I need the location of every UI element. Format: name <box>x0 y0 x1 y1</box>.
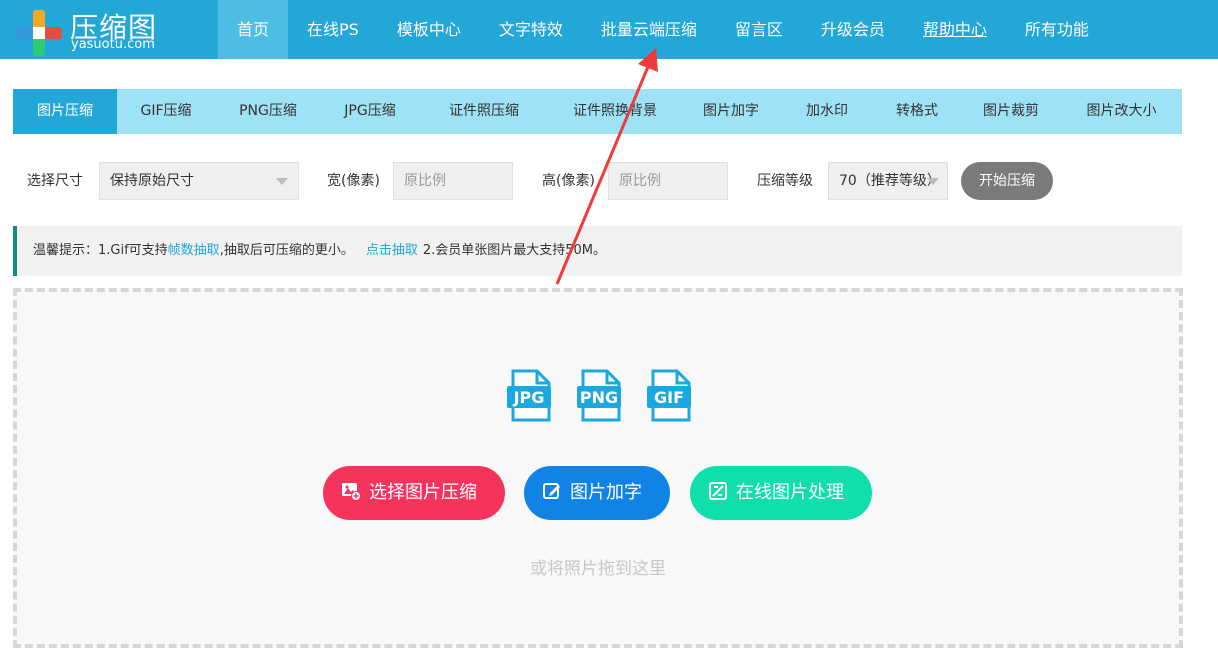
image-add-icon <box>342 483 361 501</box>
add-text-button[interactable]: 图片加字 <box>524 466 670 520</box>
tab-0[interactable]: 图片压缩 <box>13 89 117 134</box>
notice-middle: ,抽取后可压缩的更小。 <box>219 243 354 258</box>
edit-icon <box>543 483 560 499</box>
size-select[interactable]: 保持原始尺寸 <box>99 162 299 200</box>
tab-6[interactable]: 图片加字 <box>681 89 781 134</box>
size-select-value: 保持原始尺寸 <box>110 173 194 189</box>
notice-prefix: 温馨提示：1.Gif可支持 <box>33 243 168 258</box>
tab-4[interactable]: 证件照压缩 <box>419 89 549 134</box>
nav-item-6[interactable]: 升级会员 <box>802 0 904 59</box>
width-label: 宽(像素) <box>327 173 380 189</box>
file-gif-icon: GIF <box>647 369 691 422</box>
nav-item-7[interactable]: 帮助中心 <box>904 0 1006 59</box>
top-navigation: 压缩图 yasuotu.com 首页 在线PS 模板中心 文字特效 批量云端压缩 留言区升… <box>0 0 1218 59</box>
chevron-down-icon <box>276 178 288 185</box>
tips-notice: 温馨提示：1.Gif可支持帧数抽取,抽取后可压缩的更小。 点击抽取 2.会员单张图片… <box>13 226 1182 276</box>
tab-5[interactable]: 证件照换背景 <box>549 89 681 134</box>
level-select-value: 70（推荐等级） <box>839 173 941 189</box>
width-placeholder: 原比例 <box>404 173 446 189</box>
tab-1[interactable]: GIF压缩 <box>117 89 215 134</box>
height-placeholder: 原比例 <box>619 173 661 189</box>
file-jpg-icon: JPG <box>507 369 551 422</box>
logo-cross-icon <box>16 10 62 56</box>
main-menu: 首页 在线PS 模板中心 文字特效 批量云端压缩 留言区 升级会员 帮助中心 所有功能 <box>218 0 1108 59</box>
image-edit-icon <box>709 482 727 500</box>
logo-domain: yasuotu.com <box>71 37 155 52</box>
chevron-down-icon <box>927 178 939 185</box>
tool-tabs: 图片压缩 GIF压缩 PNG压缩 JPG压缩 证件照压缩 证件照换背景 图片加字 加水印 转格式… <box>13 89 1182 134</box>
add-text-label: 图片加字 <box>570 482 642 503</box>
height-label: 高(像素) <box>542 173 595 189</box>
level-select[interactable]: 70（推荐等级） <box>828 162 948 200</box>
tab-9[interactable]: 图片裁剪 <box>961 89 1061 134</box>
online-image-process-button[interactable]: 在线图片处理 <box>690 466 872 520</box>
click-extract-link[interactable]: 点击抽取 <box>366 243 418 258</box>
nav-item-4[interactable]: 批量云端压缩 <box>582 0 716 59</box>
height-input[interactable]: 原比例 <box>608 162 728 200</box>
supported-formats: JPG PNG GIF <box>505 368 693 424</box>
nav-item-5[interactable]: 留言区 <box>716 0 802 59</box>
tab-2[interactable]: PNG压缩 <box>215 89 321 134</box>
file-format-label: PNG <box>580 388 618 407</box>
level-label: 压缩等级 <box>757 173 813 189</box>
online-image-process-label: 在线图片处理 <box>736 482 844 503</box>
upload-dropzone[interactable]: JPG PNG GIF 选择图片压缩 图片加字 在线图片处理 或将照片拖到这里 <box>13 288 1183 648</box>
tab-8[interactable]: 转格式 <box>873 89 961 134</box>
file-format-label: JPG <box>513 388 545 407</box>
drag-hint: 或将照片拖到这里 <box>530 559 666 579</box>
width-input[interactable]: 原比例 <box>393 162 513 200</box>
size-label: 选择尺寸 <box>27 173 83 189</box>
nav-item-1[interactable]: 在线PS <box>288 0 378 59</box>
notice-suffix: 2.会员单张图片最大支持50M。 <box>422 243 607 258</box>
tab-10[interactable]: 图片改大小 <box>1061 89 1182 134</box>
frame-extract-link[interactable]: 帧数抽取 <box>168 243 220 258</box>
file-png-icon: PNG <box>577 369 621 422</box>
site-logo[interactable]: 压缩图 yasuotu.com <box>16 8 216 56</box>
nav-item-0[interactable]: 首页 <box>218 0 289 59</box>
select-image-compress-label: 选择图片压缩 <box>369 482 477 503</box>
file-format-label: GIF <box>654 388 684 407</box>
tab-7[interactable]: 加水印 <box>781 89 873 134</box>
nav-item-2[interactable]: 模板中心 <box>378 0 480 59</box>
select-image-compress-button[interactable]: 选择图片压缩 <box>323 466 505 520</box>
start-compress-button[interactable]: 开始压缩 <box>961 162 1053 200</box>
tab-3[interactable]: JPG压缩 <box>321 89 419 134</box>
nav-item-3[interactable]: 文字特效 <box>480 0 582 59</box>
nav-item-8[interactable]: 所有功能 <box>1006 0 1108 59</box>
compress-options: 选择尺寸 保持原始尺寸 宽(像素) 原比例 高(像素) 原比例 压缩等级 70（… <box>0 162 1218 200</box>
